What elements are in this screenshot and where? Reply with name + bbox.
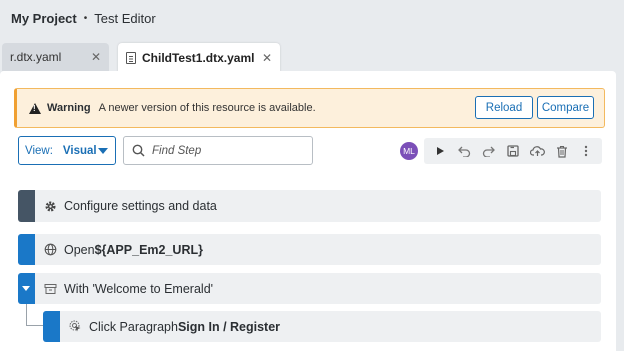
warning-icon [29, 102, 41, 114]
warning-title: Warning [47, 102, 91, 114]
click-icon [68, 320, 82, 334]
page-title: Test Editor [94, 10, 156, 26]
view-dropdown[interactable]: View: Visual [18, 136, 116, 165]
archive-icon [43, 282, 57, 296]
step-handle[interactable] [43, 311, 60, 342]
warning-message: A newer version of this resource is avai… [98, 102, 316, 114]
tree-connector [26, 304, 43, 326]
redo-icon[interactable] [480, 142, 498, 160]
step-toolbar [424, 138, 602, 164]
step-text: Configure settings and data [64, 199, 217, 213]
step-text: Click Paragraph [89, 319, 178, 334]
tab-label: r.dtx.yaml [10, 50, 62, 64]
search-icon [132, 144, 145, 157]
gear-icon [43, 199, 57, 213]
undo-icon[interactable] [455, 142, 473, 160]
step-configure-settings[interactable]: Configure settings and data [18, 190, 601, 222]
step-with-welcome[interactable]: With 'Welcome to Emerald' [18, 273, 601, 304]
chevron-down-icon [98, 148, 108, 154]
play-icon[interactable] [431, 142, 449, 160]
close-icon[interactable]: ✕ [262, 51, 272, 65]
tab-label: ChildTest1.dtx.yaml [142, 50, 255, 65]
find-step-placeholder: Find Step [152, 144, 202, 157]
reload-button[interactable]: Reload [475, 96, 533, 119]
step-handle[interactable] [18, 190, 35, 222]
tab-childtest1-dtx-yaml[interactable]: ChildTest1.dtx.yaml ✕ [118, 43, 280, 72]
upload-cloud-icon[interactable] [528, 142, 546, 160]
title-bar: My Project • Test Editor [11, 9, 156, 27]
save-icon[interactable] [504, 142, 522, 160]
find-step-input[interactable]: Find Step [123, 136, 313, 165]
tab-r-dtx-yaml[interactable]: r.dtx.yaml ✕ [2, 43, 109, 71]
step-open-url[interactable]: Open ${APP_Em2_URL} [18, 234, 601, 265]
more-vertical-icon[interactable] [577, 142, 595, 160]
compare-button[interactable]: Compare [537, 96, 594, 119]
trash-icon[interactable] [553, 142, 571, 160]
view-label: View: [25, 144, 53, 157]
step-handle[interactable] [18, 234, 35, 265]
view-value: Visual [62, 144, 97, 157]
avatar[interactable]: ML [400, 142, 418, 160]
close-icon[interactable]: ✕ [91, 50, 101, 64]
step-url: ${APP_Em2_URL} [94, 242, 203, 257]
step-click-paragraph[interactable]: Click Paragraph Sign In / Register [43, 311, 601, 342]
globe-icon [43, 243, 57, 257]
file-icon [126, 51, 136, 64]
collapse-toggle[interactable] [18, 273, 35, 304]
step-text: Open [64, 242, 95, 257]
title-separator: • [83, 12, 88, 24]
step-target: Sign In / Register [177, 319, 281, 334]
step-text: With 'Welcome to Emerald' [64, 281, 214, 296]
project-name[interactable]: My Project [11, 11, 77, 26]
